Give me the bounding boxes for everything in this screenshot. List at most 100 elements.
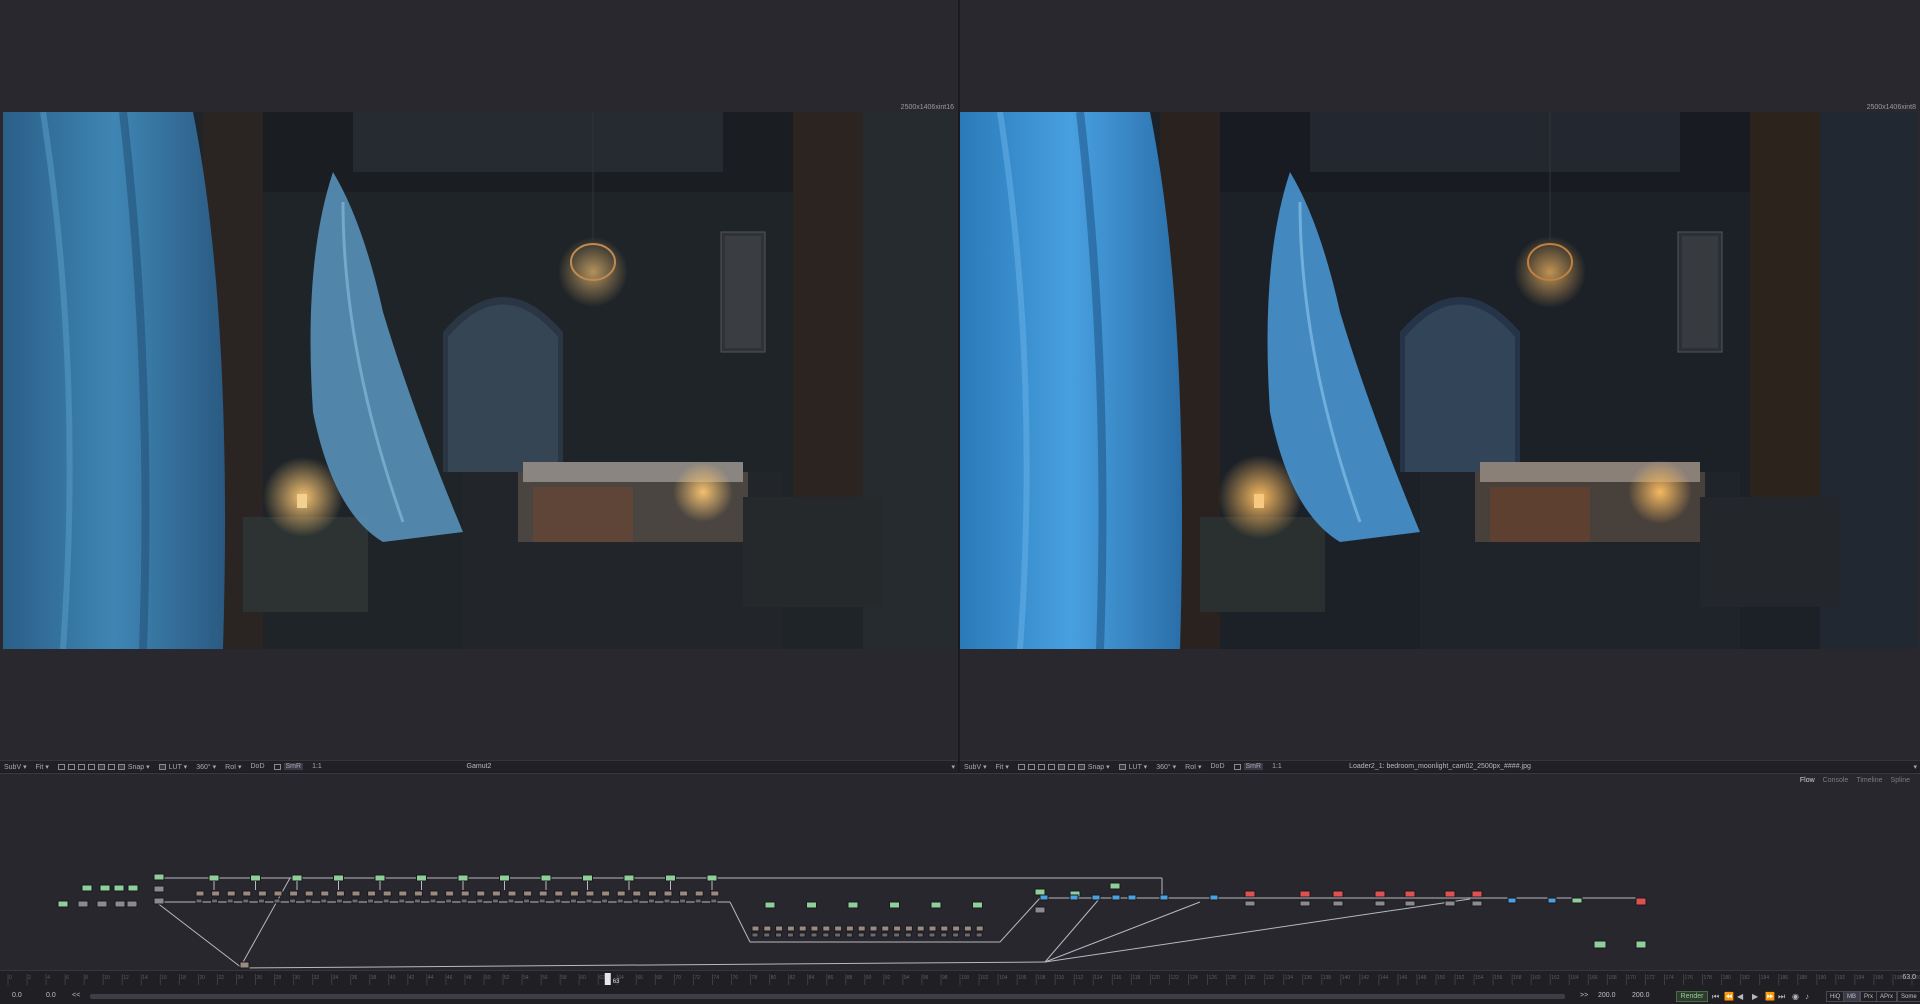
transform-node[interactable] bbox=[916, 925, 925, 932]
tool-node[interactable] bbox=[1127, 894, 1137, 901]
merge-node[interactable] bbox=[710, 898, 718, 904]
guide-icon[interactable] bbox=[117, 763, 125, 770]
time-scroll-thumb[interactable] bbox=[90, 994, 1565, 999]
loader-node[interactable] bbox=[1109, 882, 1121, 890]
transform-node[interactable] bbox=[320, 890, 330, 897]
merge-node[interactable] bbox=[963, 932, 971, 938]
loader-node[interactable] bbox=[806, 901, 817, 909]
merge-node[interactable] bbox=[413, 898, 421, 904]
merge-node[interactable] bbox=[153, 897, 165, 905]
rectangle-icon[interactable] bbox=[97, 763, 105, 770]
loader-node[interactable] bbox=[930, 901, 942, 909]
transform-node[interactable] bbox=[904, 925, 913, 932]
transform-node[interactable] bbox=[445, 890, 455, 897]
merge-node[interactable] bbox=[632, 898, 640, 904]
merge-node[interactable] bbox=[523, 898, 531, 904]
loader-node[interactable] bbox=[1635, 940, 1647, 949]
node-graph[interactable] bbox=[0, 774, 1920, 970]
merge-node[interactable] bbox=[320, 898, 328, 904]
flow-panel[interactable]: Flow Console Timeline Spline bbox=[0, 773, 1920, 970]
transform-node[interactable] bbox=[694, 890, 704, 897]
time-ruler[interactable]: 0 2 4 6 8 10 12 14 16 18 20 22 24 26 28 30 32 34 36 38 40 42 4… bbox=[0, 971, 1920, 987]
loader-node[interactable] bbox=[972, 901, 983, 909]
merge-node[interactable] bbox=[226, 898, 234, 904]
tool-node[interactable] bbox=[1332, 900, 1344, 907]
play-forward-icon[interactable]: ▶ bbox=[1752, 992, 1758, 1001]
one-to-one-button[interactable]: 1:1 bbox=[312, 763, 322, 770]
transform-node[interactable] bbox=[810, 925, 819, 932]
merge-node[interactable] bbox=[940, 932, 948, 938]
tool-node[interactable] bbox=[1444, 900, 1456, 907]
merge-node[interactable] bbox=[928, 932, 936, 938]
tab-timeline[interactable]: Timeline bbox=[1856, 777, 1882, 784]
go-to-start-icon[interactable]: ⏮ bbox=[1712, 992, 1719, 1002]
saver-node[interactable] bbox=[1299, 890, 1311, 898]
saver-node[interactable] bbox=[1374, 890, 1386, 898]
render-end-field[interactable]: 200.0 bbox=[1598, 992, 1616, 999]
tool-node[interactable] bbox=[1471, 900, 1483, 907]
tool-node[interactable] bbox=[1069, 894, 1079, 901]
merge-node[interactable] bbox=[601, 898, 609, 904]
smr-button[interactable]: SmR bbox=[283, 763, 304, 770]
merge-node[interactable] bbox=[694, 898, 702, 904]
merge-node[interactable] bbox=[554, 898, 562, 904]
loader-node[interactable] bbox=[153, 873, 165, 881]
playhead[interactable] bbox=[604, 973, 611, 985]
global-end-field[interactable]: 200.0 bbox=[1632, 992, 1650, 999]
transform-node[interactable] bbox=[845, 925, 854, 932]
dod-button[interactable]: DoD bbox=[1211, 763, 1225, 770]
loader-node[interactable] bbox=[113, 884, 125, 892]
merge-node[interactable] bbox=[822, 932, 830, 938]
merge-node[interactable] bbox=[211, 898, 219, 904]
loader-node[interactable] bbox=[889, 901, 900, 909]
transform-node[interactable] bbox=[554, 890, 564, 897]
tool-node[interactable] bbox=[77, 900, 89, 908]
viewer-right[interactable]: 2500x1406xint8 SubV ▾ Fit ▾ Snap ▾ LUT ▾… bbox=[960, 0, 1920, 772]
motion-blur-button[interactable]: MB bbox=[1843, 991, 1860, 1002]
360-dropdown[interactable]: 360° ▾ bbox=[1156, 763, 1176, 771]
transform-node[interactable] bbox=[523, 890, 533, 897]
transform-node[interactable] bbox=[834, 925, 843, 932]
play-reverse-icon[interactable]: ◀ bbox=[1737, 992, 1743, 1001]
transform-node[interactable] bbox=[304, 890, 314, 897]
tool-node[interactable] bbox=[1039, 894, 1049, 901]
transform-node[interactable] bbox=[257, 890, 267, 897]
audio-icon[interactable]: ♪ bbox=[1805, 992, 1809, 1001]
loader-node[interactable] bbox=[540, 874, 552, 882]
merge-node[interactable] bbox=[153, 885, 165, 893]
transform-node[interactable] bbox=[786, 925, 795, 932]
merge-node[interactable] bbox=[810, 932, 818, 938]
loader-node[interactable] bbox=[582, 874, 593, 882]
transform-node[interactable] bbox=[857, 925, 866, 932]
paint-icon[interactable] bbox=[1047, 763, 1055, 770]
transform-node[interactable] bbox=[242, 890, 252, 897]
tool-node[interactable] bbox=[1547, 897, 1557, 904]
viewer-left[interactable]: 2500x1406xint16 SubV ▾ Fit ▾ Snap ▾ LUT … bbox=[0, 0, 959, 772]
merge-node[interactable] bbox=[335, 898, 343, 904]
merge-node[interactable] bbox=[775, 932, 783, 938]
loader-node[interactable] bbox=[81, 884, 93, 892]
transform-node[interactable] bbox=[601, 890, 611, 897]
transform-node[interactable] bbox=[507, 890, 517, 897]
viewer-image[interactable] bbox=[3, 112, 958, 649]
polyline-icon[interactable] bbox=[1017, 763, 1025, 770]
merge-node[interactable] bbox=[445, 898, 453, 904]
tab-flow[interactable]: Flow bbox=[1800, 777, 1815, 784]
tool-node[interactable] bbox=[114, 900, 126, 908]
loader-node[interactable] bbox=[1571, 897, 1583, 904]
transform-node[interactable] bbox=[616, 890, 626, 897]
transform-node[interactable] bbox=[273, 890, 283, 897]
merge-node[interactable] bbox=[786, 932, 794, 938]
viewer-menu-icon[interactable]: ▾ bbox=[951, 763, 955, 771]
merge-node[interactable] bbox=[952, 932, 960, 938]
transform-node[interactable] bbox=[663, 890, 673, 897]
current-time-field[interactable]: 63.0 bbox=[1902, 974, 1916, 981]
transform-node[interactable] bbox=[569, 890, 579, 897]
transform-node[interactable] bbox=[195, 890, 205, 897]
transform-node[interactable] bbox=[476, 890, 486, 897]
merge-node[interactable] bbox=[351, 898, 359, 904]
tool-node[interactable] bbox=[1034, 906, 1046, 914]
merge-node[interactable] bbox=[507, 898, 515, 904]
transform-node[interactable] bbox=[491, 890, 501, 897]
loader-node[interactable] bbox=[1593, 940, 1607, 949]
